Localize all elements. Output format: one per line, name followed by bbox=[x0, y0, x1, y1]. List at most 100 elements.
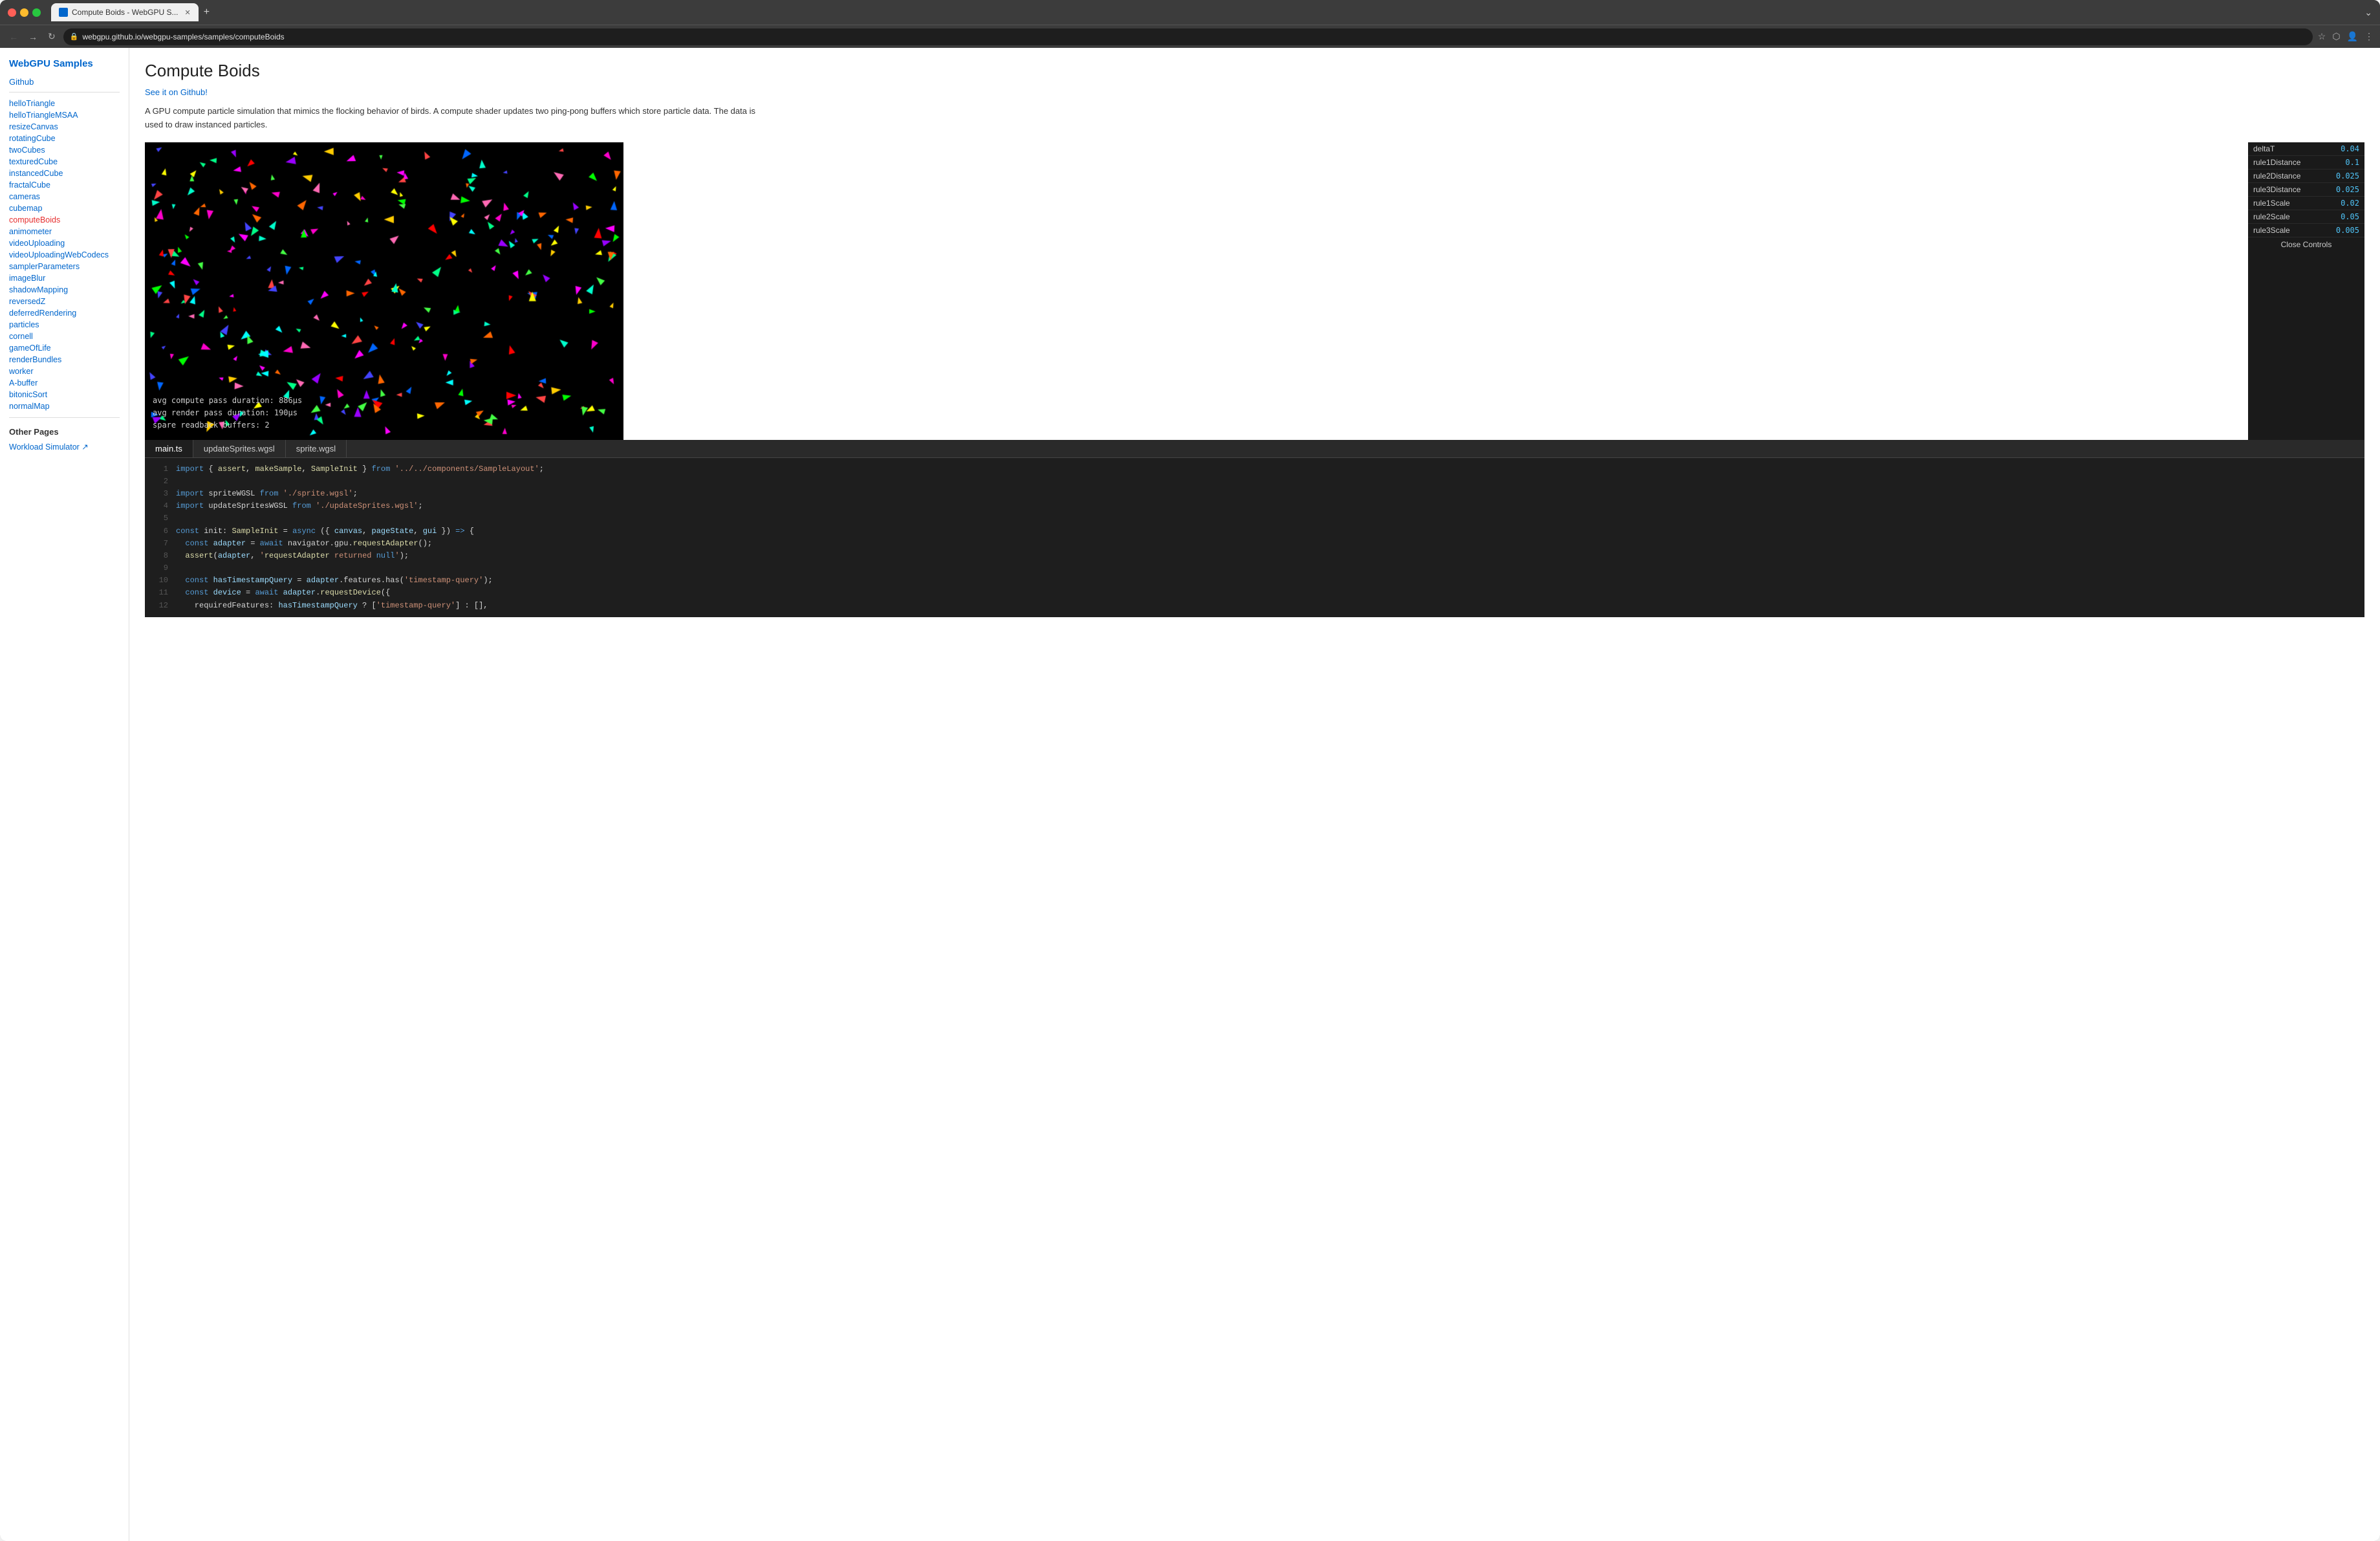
lock-icon: 🔒 bbox=[70, 32, 79, 41]
sidebar-item-deferredrendering[interactable]: deferredRendering bbox=[9, 307, 120, 319]
control-value[interactable]: 0.1 bbox=[2345, 158, 2359, 167]
control-row-rule1scale: rule1Scale 0.02 bbox=[2248, 197, 2364, 210]
tab-close-button[interactable]: ✕ bbox=[185, 8, 191, 17]
sidebar-item-hellotrianglemsaa[interactable]: helloTriangleMSAA bbox=[9, 109, 120, 121]
controls-rows: deltaT 0.04 rule1Distance 0.1 rule2Distance 0… bbox=[2248, 142, 2364, 237]
code-line: 2 bbox=[145, 475, 2364, 488]
render-pass-stat: avg render pass duration: 190µs bbox=[153, 407, 302, 419]
control-value[interactable]: 0.05 bbox=[2341, 212, 2359, 221]
control-label: rule2Distance bbox=[2253, 171, 2300, 180]
code-tab-updateSprites-wgsl[interactable]: updateSprites.wgsl bbox=[193, 440, 286, 457]
sidebar-item-imageblur[interactable]: imageBlur bbox=[9, 272, 120, 284]
control-label: deltaT bbox=[2253, 144, 2275, 153]
close-controls-button[interactable]: Close Controls bbox=[2248, 237, 2364, 252]
close-window-button[interactable] bbox=[8, 8, 16, 17]
sidebar-item-hellotriangle[interactable]: helloTriangle bbox=[9, 98, 120, 109]
page-content: WebGPU Samples Github helloTrianglehello… bbox=[0, 48, 2380, 1541]
code-line: 6const init: SampleInit = async ({ canva… bbox=[145, 525, 2364, 538]
spare-buffers-stat: spare readback buffers: 2 bbox=[153, 419, 302, 432]
code-lines: 1import { assert, makeSample, SampleInit… bbox=[145, 463, 2364, 612]
github-sample-link[interactable]: See it on Github! bbox=[145, 87, 2364, 97]
url-display: webgpu.github.io/webgpu-samples/samples/… bbox=[82, 32, 2306, 41]
code-tab-main-ts[interactable]: main.ts bbox=[145, 440, 193, 457]
sidebar-item-normalmap[interactable]: normalMap bbox=[9, 400, 120, 412]
control-label: rule1Scale bbox=[2253, 199, 2290, 208]
menu-icon[interactable]: ⋮ bbox=[2364, 31, 2374, 42]
tab-title: Compute Boids - WebGPU S... bbox=[72, 8, 178, 17]
sidebar-item-gameoflife[interactable]: gameOfLife bbox=[9, 342, 120, 354]
main-content: Compute Boids See it on Github! A GPU co… bbox=[129, 48, 2380, 1541]
compute-pass-stat: avg compute pass duration: 886µs bbox=[153, 395, 302, 407]
control-row-rule2distance: rule2Distance 0.025 bbox=[2248, 169, 2364, 183]
sidebar-item-samplerparameters[interactable]: samplerParameters bbox=[9, 261, 120, 272]
sidebar-item-reversedz[interactable]: reversedZ bbox=[9, 296, 120, 307]
sidebar-title[interactable]: WebGPU Samples bbox=[9, 58, 120, 69]
sidebar-item-animometer[interactable]: animometer bbox=[9, 226, 120, 237]
control-value[interactable]: 0.005 bbox=[2336, 226, 2359, 235]
code-line: 7 const adapter = await navigator.gpu.re… bbox=[145, 538, 2364, 550]
tab-favicon bbox=[59, 8, 68, 17]
sidebar-item-videouploading[interactable]: videoUploading bbox=[9, 237, 120, 249]
control-label: rule1Distance bbox=[2253, 158, 2300, 167]
maximize-window-button[interactable] bbox=[32, 8, 41, 17]
canvas-area: avg compute pass duration: 886µs avg ren… bbox=[145, 142, 2248, 440]
back-button[interactable]: ← bbox=[6, 29, 21, 45]
sidebar-item-renderbundles[interactable]: renderBundles bbox=[9, 354, 120, 366]
sidebar-item-bitonicsort[interactable]: bitonicSort bbox=[9, 389, 120, 400]
control-value[interactable]: 0.025 bbox=[2336, 185, 2359, 194]
sidebar-item-texturedcube[interactable]: texturedCube bbox=[9, 156, 120, 168]
sidebar-item-resizecanvas[interactable]: resizeCanvas bbox=[9, 121, 120, 133]
controls-panel: deltaT 0.04 rule1Distance 0.1 rule2Distance 0… bbox=[2248, 142, 2364, 440]
code-line: 11 const device = await adapter.requestD… bbox=[145, 587, 2364, 599]
sidebar-item-rotatingcube[interactable]: rotatingCube bbox=[9, 133, 120, 144]
sidebar-item-computeboids[interactable]: computeBoids bbox=[9, 214, 120, 226]
forward-button[interactable]: → bbox=[26, 29, 40, 45]
sidebar-item-worker[interactable]: worker bbox=[9, 366, 120, 377]
control-value[interactable]: 0.025 bbox=[2336, 171, 2359, 180]
control-value[interactable]: 0.04 bbox=[2341, 144, 2359, 153]
sidebar-item-shadowmapping[interactable]: shadowMapping bbox=[9, 284, 120, 296]
sidebar-divider-2 bbox=[9, 417, 120, 418]
sidebar-item-instancedcube[interactable]: instancedCube bbox=[9, 168, 120, 179]
sidebar-divider bbox=[9, 92, 120, 93]
minimize-window-button[interactable] bbox=[20, 8, 28, 17]
control-row-deltat: deltaT 0.04 bbox=[2248, 142, 2364, 156]
sidebar: WebGPU Samples Github helloTrianglehello… bbox=[0, 48, 129, 1541]
toolbar-right: ☆ ⬡ 👤 ⋮ bbox=[2318, 31, 2374, 42]
control-row-rule3distance: rule3Distance 0.025 bbox=[2248, 183, 2364, 197]
sidebar-item-cameras[interactable]: cameras bbox=[9, 191, 120, 202]
new-tab-button[interactable]: + bbox=[204, 6, 210, 18]
titlebar: Compute Boids - WebGPU S... ✕ + ⌄ bbox=[0, 0, 2380, 25]
sidebar-item-cubemap[interactable]: cubemap bbox=[9, 202, 120, 214]
control-label: rule2Scale bbox=[2253, 212, 2290, 221]
window-controls: ⌄ bbox=[2364, 7, 2372, 18]
code-line: 5 bbox=[145, 512, 2364, 525]
extensions-icon[interactable]: ⬡ bbox=[2332, 31, 2340, 42]
demo-container: avg compute pass duration: 886µs avg ren… bbox=[145, 142, 2364, 440]
control-label: rule3Distance bbox=[2253, 185, 2300, 194]
bookmark-icon[interactable]: ☆ bbox=[2318, 31, 2326, 42]
control-value[interactable]: 0.02 bbox=[2341, 199, 2359, 208]
code-line: 10 const hasTimestampQuery = adapter.fea… bbox=[145, 574, 2364, 587]
code-tabs: main.tsupdateSprites.wgslsprite.wgsl bbox=[145, 440, 347, 457]
code-tab-sprite-wgsl[interactable]: sprite.wgsl bbox=[286, 440, 347, 457]
sidebar-item-cornell[interactable]: cornell bbox=[9, 331, 120, 342]
reload-button[interactable]: ↻ bbox=[45, 28, 58, 45]
code-line: 1import { assert, makeSample, SampleInit… bbox=[145, 463, 2364, 475]
sidebar-other-item[interactable]: Workload Simulator ↗ bbox=[9, 441, 120, 453]
address-bar[interactable]: 🔒 webgpu.github.io/webgpu-samples/sample… bbox=[63, 28, 2313, 45]
code-line: 3import spriteWGSL from './sprite.wgsl'; bbox=[145, 488, 2364, 500]
sidebar-item-twocubes[interactable]: twoCubes bbox=[9, 144, 120, 156]
sidebar-item-a-buffer[interactable]: A-buffer bbox=[9, 377, 120, 389]
control-row-rule2scale: rule2Scale 0.05 bbox=[2248, 210, 2364, 224]
sidebar-github-link[interactable]: Github bbox=[9, 77, 120, 87]
active-tab[interactable]: Compute Boids - WebGPU S... ✕ bbox=[51, 3, 199, 21]
page-title: Compute Boids bbox=[145, 61, 2364, 81]
sidebar-item-fractalcube[interactable]: fractalCube bbox=[9, 179, 120, 191]
other-pages-title: Other Pages bbox=[9, 427, 120, 437]
sidebar-item-videouploadingwebcodecs[interactable]: videoUploadingWebCodecs bbox=[9, 249, 120, 261]
profile-icon[interactable]: 👤 bbox=[2347, 31, 2358, 42]
sidebar-other: Workload Simulator ↗ bbox=[9, 441, 120, 453]
code-line: 4import updateSpritesWGSL from './update… bbox=[145, 500, 2364, 512]
sidebar-item-particles[interactable]: particles bbox=[9, 319, 120, 331]
